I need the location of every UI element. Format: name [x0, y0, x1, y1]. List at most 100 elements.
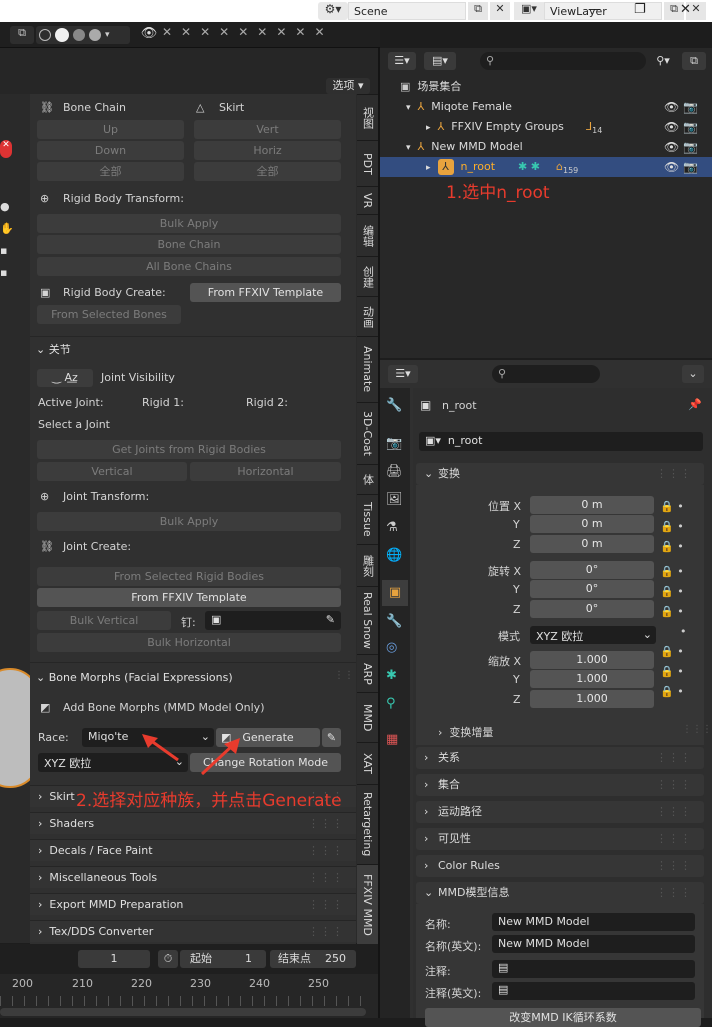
get-joints-button[interactable]: Get Joints from Rigid Bodies: [37, 440, 341, 459]
lock-toggles[interactable]: 🔒 • 🔒 • 🔒 • 🔒 • 🔒 • 🔒 • • 🔒 • 🔒 • 🔒 •: [660, 497, 696, 709]
display-mode-icon[interactable]: ▤▾: [424, 52, 456, 70]
name-field[interactable]: New MMD Model: [492, 913, 695, 931]
tab-body[interactable]: 体: [357, 464, 378, 494]
rigid-all-bone-chains-button[interactable]: All Bone Chains: [37, 257, 341, 276]
tab-ffxiv-mmd[interactable]: FFXIV MMD: [357, 864, 378, 944]
tab-edit[interactable]: 编辑: [357, 214, 378, 256]
drag-handle-icon[interactable]: ⋮⋮⋮: [682, 724, 712, 735]
joints-section-header[interactable]: ⌄ 关节: [36, 341, 71, 357]
close-icon[interactable]: ✕: [0, 140, 12, 158]
visibility-section-header[interactable]: › 可见性 ⋮⋮⋮: [416, 828, 704, 850]
eye-icon[interactable]: 👁 📷: [664, 97, 704, 117]
snap-icons[interactable]: ✕✕✕✕✕✕✕✕✕: [162, 25, 378, 45]
export-mmd-section-header[interactable]: › Export MMD Preparation ⋮⋮⋮: [30, 893, 356, 915]
delta-transform-header[interactable]: › 变换增量: [438, 724, 493, 740]
decals-section-header[interactable]: › Decals / Face Paint ⋮⋮⋮: [30, 839, 356, 861]
current-frame-field[interactable]: 1: [78, 950, 150, 968]
joint-from-template-button[interactable]: From FFXIV Template: [37, 588, 341, 607]
close-window-button[interactable]: ✕: [680, 2, 691, 17]
outliner-row-miqote-female[interactable]: ▾ ⅄ Miqote Female: [380, 97, 712, 117]
maximize-button[interactable]: ❐: [634, 2, 646, 17]
pin-icon[interactable]: 📌: [688, 398, 702, 411]
bone-chain-all-button[interactable]: 全部: [37, 162, 184, 181]
lock-icon[interactable]: 🔒 •: [660, 642, 696, 662]
view-layer-icon[interactable]: 🖼: [386, 492, 403, 507]
end-frame-field[interactable]: 结束点 250: [270, 950, 356, 968]
options-button[interactable]: 选项 ▾: [326, 78, 370, 94]
lock-icon[interactable]: 🔒 •: [660, 517, 696, 537]
lock-icon[interactable]: 🔒 •: [660, 562, 696, 582]
from-selected-bones-button[interactable]: From Selected Bones: [37, 305, 181, 324]
mmd-model-info-section-header[interactable]: ⌄ MMD模型信息 ⋮⋮⋮: [416, 882, 704, 904]
rotation-mode-dropdown[interactable]: XYZ 欧拉 ⌄: [530, 626, 656, 644]
output-icon[interactable]: 🖨: [386, 464, 403, 479]
scene-icon[interactable]: ⚗: [386, 520, 398, 535]
tab-arp[interactable]: ARP: [357, 654, 378, 692]
location-y-field[interactable]: 0 m: [530, 515, 654, 533]
viewlayer-icon[interactable]: ▣▾: [514, 2, 544, 20]
joint-vertical-button[interactable]: Vertical: [37, 462, 187, 481]
scale-z-field[interactable]: 1.000: [530, 690, 654, 708]
outliner-row-ffxiv-empty-groups[interactable]: ▸ ⅄ FFXIV Empty Groups ⅃14: [380, 117, 712, 137]
motion-paths-section-header[interactable]: › 运动路径 ⋮⋮⋮: [416, 801, 704, 823]
lock-icon[interactable]: 🔒 •: [660, 537, 696, 557]
chevron-down-icon[interactable]: ⌄: [682, 365, 704, 383]
object-name-field[interactable]: ▣▾ n_root: [419, 432, 703, 451]
eye-icon[interactable]: 👁 📷: [664, 157, 704, 177]
bone-chain-down-button[interactable]: Down: [37, 141, 184, 160]
name-en-field[interactable]: New MMD Model: [492, 935, 695, 953]
rigid-bulk-apply-button[interactable]: Bulk Apply: [37, 214, 341, 233]
outliner-row-new-mmd-model[interactable]: ▾ ⅄ New MMD Model: [380, 137, 712, 157]
rotation-x-field[interactable]: 0°: [530, 561, 654, 579]
lock-icon[interactable]: 🔒 •: [660, 602, 696, 622]
pin-object-field[interactable]: ▣ ✎: [205, 611, 341, 630]
tab-animation[interactable]: 动画: [357, 296, 378, 336]
location-z-field[interactable]: 0 m: [530, 535, 654, 553]
skirt-all-button[interactable]: 全部: [194, 162, 341, 181]
eye-icon[interactable]: 👁 📷: [664, 137, 704, 157]
bulk-horizontal-button[interactable]: Bulk Horizontal: [37, 633, 341, 652]
rendered-shading-icon[interactable]: [89, 29, 101, 41]
rigid-from-template-button[interactable]: From FFXIV Template: [190, 283, 341, 302]
render-icon[interactable]: 📷: [386, 436, 402, 451]
tab-mmd[interactable]: MMD: [357, 692, 378, 742]
tab-vr[interactable]: VR: [357, 186, 378, 214]
outliner-row-scene-collection[interactable]: ▣ 场景集合: [380, 77, 712, 97]
bone-icon[interactable]: ⚲: [386, 696, 396, 711]
delete-scene-icon[interactable]: ✕: [490, 2, 510, 20]
rotation-y-field[interactable]: 0°: [530, 580, 654, 598]
lock-icon[interactable]: 🔒 •: [660, 497, 696, 517]
joint-visibility-toggle[interactable]: ‿ A͟z: [37, 369, 93, 387]
editor-type-icon[interactable]: ☰▾: [388, 365, 418, 383]
start-frame-field[interactable]: 起始 1: [180, 950, 266, 968]
timeline[interactable]: 1 ⏱ 起始 1 结束点 250 200 210 220 230 240 250: [0, 944, 378, 1018]
from-selected-rigid-button[interactable]: From Selected Rigid Bodies: [37, 567, 341, 586]
tab-xat[interactable]: XAT: [357, 742, 378, 784]
collections-section-header[interactable]: › 集合 ⋮⋮⋮: [416, 774, 704, 796]
lock-icon[interactable]: 🔒 •: [660, 662, 696, 682]
scene-field[interactable]: Scene: [348, 2, 466, 20]
location-x-field[interactable]: 0 m: [530, 496, 654, 514]
visibility-eye-icon[interactable]: 👁: [138, 26, 160, 44]
edit-icon[interactable]: ✎: [322, 728, 341, 747]
tab-3dcoat[interactable]: 3D-Coat: [357, 402, 378, 464]
tab-real-snow[interactable]: Real Snow: [357, 586, 378, 654]
world-icon[interactable]: 🌐: [386, 548, 402, 563]
navigation-gizmo-icons[interactable]: ● ✋ ▪ ▪: [0, 196, 14, 306]
relations-section-header[interactable]: › 关系 ⋮⋮⋮: [416, 747, 704, 769]
overlay-icon[interactable]: ⧉: [10, 26, 34, 44]
new-collection-icon[interactable]: ⧉: [682, 52, 706, 70]
minimize-button[interactable]: —: [588, 2, 601, 17]
skirt-horiz-button[interactable]: Horiz: [194, 141, 341, 160]
new-scene-icon[interactable]: ⧉: [468, 2, 488, 20]
eye-icon[interactable]: 👁 📷: [664, 117, 704, 137]
dot-icon[interactable]: •: [680, 622, 696, 642]
filter-icon[interactable]: ⚲▾: [648, 52, 678, 70]
lock-icon[interactable]: 🔒 •: [660, 682, 696, 702]
rotation-z-field[interactable]: 0°: [530, 600, 654, 618]
comment-field[interactable]: ▤: [492, 960, 695, 978]
scene-icon[interactable]: ⚙▾: [318, 2, 348, 20]
bone-chain-up-button[interactable]: Up: [37, 120, 184, 139]
search-input[interactable]: ⚲: [492, 365, 600, 383]
timeline-scrollbar[interactable]: [0, 1008, 366, 1016]
